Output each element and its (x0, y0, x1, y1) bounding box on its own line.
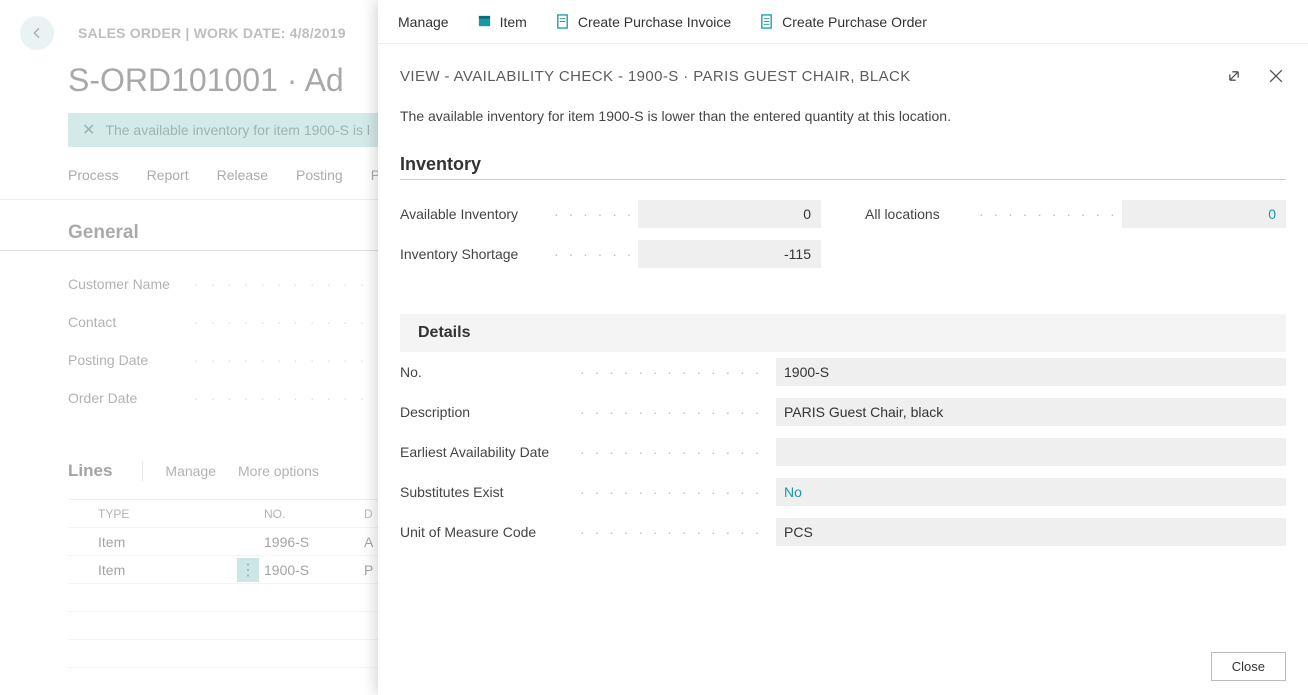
all-locations-label: All locations (865, 206, 975, 222)
lines-manage[interactable]: Manage (165, 463, 216, 479)
cmd-process[interactable]: Process (68, 167, 119, 189)
cmd-report[interactable]: Report (147, 167, 189, 189)
uom-label: Unit of Measure Code (400, 524, 580, 540)
notification-text: The available inventory for item 1900-S … (105, 122, 370, 138)
available-inventory-value: 0 (638, 200, 821, 228)
lines-title: Lines (68, 461, 143, 481)
customer-name-label: Customer Name (68, 276, 188, 292)
box-icon (477, 14, 492, 29)
order-date-label: Order Date (68, 390, 188, 406)
pane-message: The available inventory for item 1900-S … (378, 86, 1308, 124)
close-icon[interactable] (1266, 66, 1286, 86)
back-button[interactable] (20, 16, 54, 50)
pane-subtitle: VIEW - AVAILABILITY CHECK - 1900-S · PAR… (400, 68, 911, 85)
all-locations-value[interactable]: 0 (1122, 200, 1286, 228)
pane-create-invoice[interactable]: Create Purchase Invoice (555, 14, 731, 30)
pane-item[interactable]: Item (477, 14, 527, 30)
inventory-shortage-value: -115 (638, 240, 821, 268)
description-label: Description (400, 404, 580, 420)
available-inventory-label: Available Inventory (400, 206, 550, 222)
no-label: No. (400, 364, 580, 380)
pane-manage[interactable]: Manage (398, 14, 449, 30)
availability-check-pane: Manage Item Create Purchase Invoice Crea… (378, 0, 1308, 695)
arrow-left-icon (29, 25, 45, 41)
posting-date-label: Posting Date (68, 352, 188, 368)
inventory-section-title: Inventory (400, 124, 1286, 180)
close-button[interactable]: Close (1211, 652, 1286, 681)
inventory-shortage-label: Inventory Shortage (400, 246, 550, 262)
ead-label: Earliest Availability Date (400, 444, 580, 460)
close-icon[interactable]: ✕ (82, 120, 95, 140)
col-no[interactable]: NO. (264, 507, 364, 521)
cmd-release[interactable]: Release (217, 167, 268, 189)
breadcrumb: SALES ORDER | WORK DATE: 4/8/2019 (78, 25, 346, 41)
no-value: 1900-S (776, 358, 1286, 386)
substitutes-label: Substitutes Exist (400, 484, 580, 500)
col-type[interactable]: TYPE (92, 507, 232, 521)
substitutes-value[interactable]: No (776, 478, 1286, 506)
expand-icon[interactable] (1224, 66, 1244, 86)
row-menu-icon[interactable]: ⋮ (237, 558, 259, 582)
details-section-title: Details (400, 314, 1286, 352)
ead-value (776, 438, 1286, 466)
cmd-posting[interactable]: Posting (296, 167, 343, 189)
lines-more[interactable]: More options (238, 463, 319, 479)
contact-label: Contact (68, 314, 188, 330)
uom-value: PCS (776, 518, 1286, 546)
pane-action-bar: Manage Item Create Purchase Invoice Crea… (378, 0, 1308, 44)
invoice-icon (555, 14, 570, 29)
pane-create-order[interactable]: Create Purchase Order (759, 14, 927, 30)
order-icon (759, 14, 774, 29)
description-value: PARIS Guest Chair, black (776, 398, 1286, 426)
